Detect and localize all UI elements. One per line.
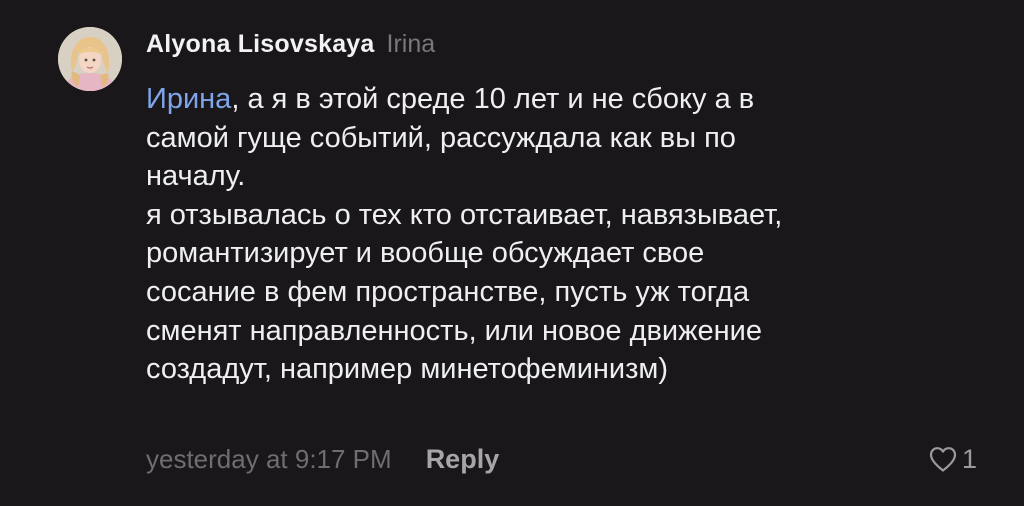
timestamp: yesterday at 9:17 PM bbox=[146, 443, 392, 474]
comment: Alyona Lisovskaya Irina Ирина, а я в это… bbox=[0, 0, 1024, 506]
mention-link[interactable]: Ирина bbox=[146, 83, 231, 115]
like-button[interactable]: 1 bbox=[928, 437, 977, 481]
comment-line: Ирина, а я в этой среде 10 лет и не сбок… bbox=[146, 80, 946, 119]
like-count: 1 bbox=[962, 443, 978, 474]
comment-line: сосание в фем пространстве, пусть уж тог… bbox=[146, 275, 750, 308]
avatar-photo bbox=[58, 27, 122, 91]
comment-line: создадут, например минетофеминизм) bbox=[146, 353, 668, 386]
comment-line: началу. bbox=[146, 160, 246, 193]
reply-button[interactable]: Reply bbox=[426, 444, 500, 475]
comment-line: я отзывалась о тех кто отстаивает, навяз… bbox=[146, 198, 783, 231]
comment-header: Alyona Lisovskaya Irina bbox=[146, 30, 435, 70]
comment-line: сменят направленность, или новое движени… bbox=[146, 314, 762, 347]
comment-line: романтизирует и вообще обсуждает свое bbox=[146, 237, 705, 270]
reply-to-name[interactable]: Irina bbox=[387, 30, 436, 59]
comment-footer: yesterday at 9:17 PM Reply bbox=[146, 437, 499, 481]
comment-body: Ирина, а я в этой среде 10 лет и не сбок… bbox=[146, 80, 946, 389]
author-name[interactable]: Alyona Lisovskaya bbox=[146, 30, 375, 59]
avatar[interactable] bbox=[58, 27, 122, 91]
heart-outline-icon bbox=[929, 447, 957, 472]
comment-text: , а я в этой среде 10 лет и не сбоку а в bbox=[231, 83, 755, 115]
comment-line: самой гуще событий, рассуждала как вы по bbox=[146, 121, 736, 154]
